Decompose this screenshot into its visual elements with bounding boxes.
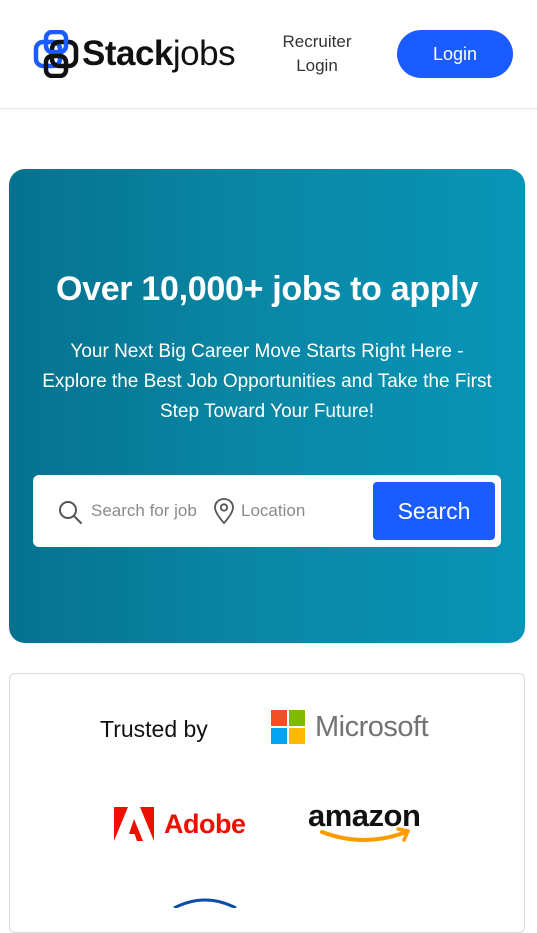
microsoft-windows-icon	[271, 710, 305, 744]
logo-text-bold: Stack	[82, 34, 173, 73]
job-search-bar: Search	[33, 475, 501, 547]
location-input[interactable]	[241, 497, 361, 525]
logo-wordmark: Stackjobs	[82, 30, 236, 78]
stackjobs-logo-icon	[33, 30, 79, 78]
login-button[interactable]: Login	[397, 30, 513, 78]
trusted-by-label: Trusted by	[100, 716, 208, 742]
microsoft-logo: Microsoft	[271, 710, 429, 744]
recruiter-login-line1: Recruiter	[282, 32, 352, 51]
logo-text-light: jobs	[172, 34, 236, 73]
search-button[interactable]: Search	[373, 482, 495, 540]
adobe-wordmark: Adobe	[164, 808, 246, 839]
amazon-logo: amazon	[308, 798, 432, 844]
search-icon	[59, 501, 82, 524]
partial-company-logo	[173, 898, 237, 908]
site-header: Stackjobs Recruiter Login Login	[0, 0, 537, 109]
hero-subtitle: Your Next Big Career Move Starts Right H…	[42, 341, 492, 422]
location-pin-icon	[214, 498, 234, 525]
adobe-a-icon	[114, 807, 154, 841]
hero-title: Over 10,000+ jobs to apply	[55, 270, 479, 308]
hero-banner: Over 10,000+ jobs to apply Your Next Big…	[9, 169, 525, 643]
microsoft-wordmark: Microsoft	[315, 710, 429, 743]
amazon-smile-icon	[320, 827, 410, 842]
recruiter-login-link[interactable]: Recruiter Login	[272, 30, 362, 78]
job-search-input[interactable]	[91, 497, 203, 525]
recruiter-login-line2: Login	[296, 56, 338, 75]
adobe-logo: Adobe	[114, 807, 246, 841]
stackjobs-logo[interactable]: Stackjobs	[32, 30, 236, 78]
trusted-by-section: Trusted by Microsoft Adobe amazon	[9, 673, 525, 933]
